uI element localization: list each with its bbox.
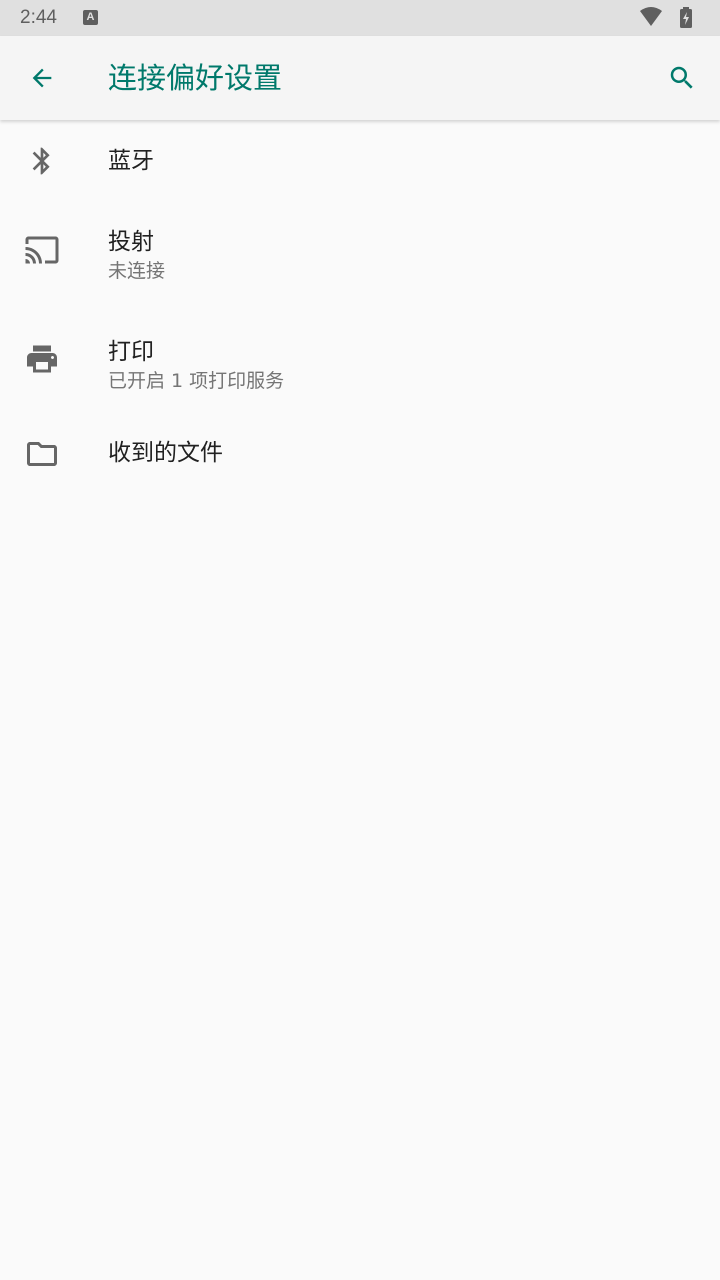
list-item-title: 收到的文件 [108,440,223,466]
status-time: 2:44 [20,7,57,28]
battery-charging-icon [680,7,692,28]
page-title: 连接偏好设置 [108,61,283,95]
status-icons [638,6,702,30]
list-item-print[interactable]: 打印 已开启 1 项打印服务 [0,312,720,422]
app-bar: 连接偏好设置 [0,36,720,120]
list-item-received-files[interactable]: 收到的文件 [0,422,720,510]
arrow-back-icon [32,68,52,88]
status-bar: 2:44 A [0,0,720,36]
wifi-icon [640,7,662,26]
search-button[interactable] [658,54,706,102]
bluetooth-icon [18,137,66,185]
list-item-subtitle: 未连接 [108,260,166,282]
settings-list: 蓝牙 投射 未连接 打印 已开启 1 项打印服务 收到的文件 [0,120,720,510]
list-item-title: 投射 [108,229,154,255]
list-item-title: 蓝牙 [108,148,154,174]
printer-icon [18,335,66,383]
list-item-subtitle: 已开启 1 项打印服务 [108,370,285,392]
a-icon: A [83,10,98,25]
cast-icon [18,226,66,274]
folder-icon [18,430,66,478]
list-item-title: 打印 [108,339,154,365]
search-icon [670,66,693,89]
list-item-bluetooth[interactable]: 蓝牙 [0,120,720,202]
list-item-cast[interactable]: 投射 未连接 [0,202,720,312]
back-button[interactable] [18,54,66,102]
